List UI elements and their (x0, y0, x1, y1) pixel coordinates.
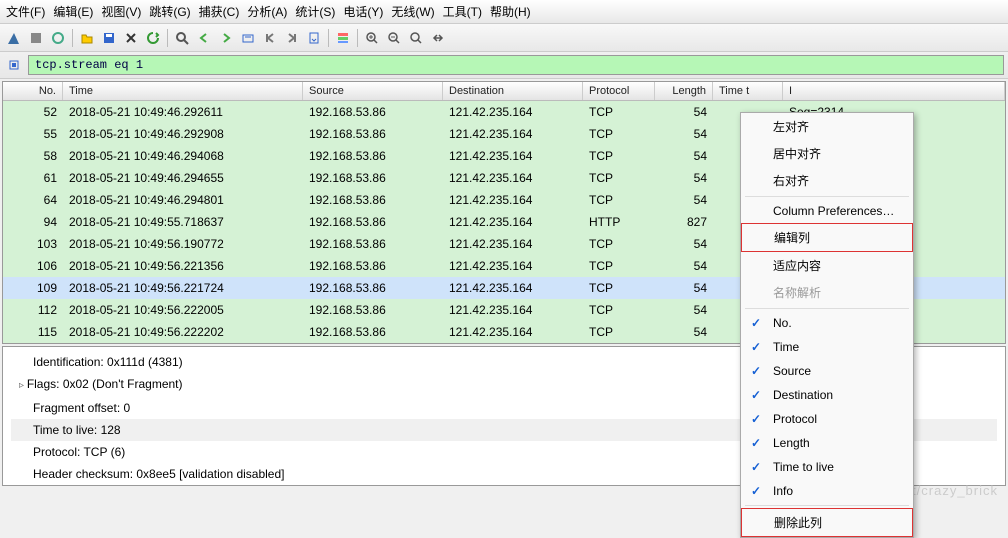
ctx-remove-column[interactable]: 删除此列 (741, 508, 913, 537)
stop-icon[interactable] (26, 28, 46, 48)
menu-file[interactable]: 文件(F) (6, 3, 45, 20)
menu-go[interactable]: 跳转(G) (149, 3, 190, 20)
next-icon[interactable] (216, 28, 236, 48)
ctx-col-destination[interactable]: Destination (741, 383, 913, 407)
autoscroll-icon[interactable] (304, 28, 324, 48)
zoom-reset-icon[interactable] (406, 28, 426, 48)
open-icon[interactable] (77, 28, 97, 48)
menu-bar: 文件(F) 编辑(E) 视图(V) 跳转(G) 捕获(C) 分析(A) 统计(S… (0, 0, 1008, 24)
ctx-col-protocol[interactable]: Protocol (741, 407, 913, 431)
ctx-col-ttl[interactable]: Time to live (741, 455, 913, 479)
colorize-icon[interactable] (333, 28, 353, 48)
ctx-separator (745, 308, 909, 309)
menu-view[interactable]: 视图(V) (101, 3, 141, 20)
ctx-col-source[interactable]: Source (741, 359, 913, 383)
ctx-align-left[interactable]: 左对齐 (741, 113, 913, 140)
ctx-align-right[interactable]: 右对齐 (741, 167, 913, 194)
ctx-col-time[interactable]: Time (741, 335, 913, 359)
col-header-source[interactable]: Source (303, 82, 443, 100)
col-header-protocol[interactable]: Protocol (583, 82, 655, 100)
ctx-name-resolution: 名称解析 (741, 279, 913, 306)
find-icon[interactable] (172, 28, 192, 48)
ctx-align-center[interactable]: 居中对齐 (741, 140, 913, 167)
col-header-ttl[interactable]: Time t (713, 82, 783, 100)
ctx-fit-content[interactable]: 适应内容 (741, 252, 913, 279)
ctx-edit-column[interactable]: 编辑列 (741, 223, 913, 252)
menu-telephony[interactable]: 电话(Y) (343, 3, 383, 20)
ctx-col-info[interactable]: Info (741, 479, 913, 503)
zoom-out-icon[interactable] (384, 28, 404, 48)
ctx-separator (745, 196, 909, 197)
save-icon[interactable] (99, 28, 119, 48)
menu-capture[interactable]: 捕获(C) (199, 3, 240, 20)
ctx-column-prefs[interactable]: Column Preferences… (741, 199, 913, 223)
prev-icon[interactable] (194, 28, 214, 48)
ctx-separator (745, 505, 909, 506)
menu-wireless[interactable]: 无线(W) (391, 3, 434, 20)
menu-stats[interactable]: 统计(S) (295, 3, 335, 20)
column-context-menu: 左对齐 居中对齐 右对齐 Column Preferences… 编辑列 适应内… (740, 112, 914, 538)
zoom-in-icon[interactable] (362, 28, 382, 48)
resize-cols-icon[interactable] (428, 28, 448, 48)
reload-icon[interactable] (143, 28, 163, 48)
menu-tools[interactable]: 工具(T) (443, 3, 482, 20)
last-icon[interactable] (282, 28, 302, 48)
restart-icon[interactable] (48, 28, 68, 48)
first-icon[interactable] (260, 28, 280, 48)
shark-fin-icon[interactable] (4, 28, 24, 48)
col-header-time[interactable]: Time (63, 82, 303, 100)
menu-edit[interactable]: 编辑(E) (53, 3, 93, 20)
ctx-col-length[interactable]: Length (741, 431, 913, 455)
bookmark-icon[interactable] (4, 55, 24, 75)
display-filter-input[interactable] (28, 55, 1004, 75)
col-header-no[interactable]: No. (3, 82, 63, 100)
filter-bar (0, 52, 1008, 79)
close-icon[interactable] (121, 28, 141, 48)
toolbar (0, 24, 1008, 52)
col-header-destination[interactable]: Destination (443, 82, 583, 100)
col-header-length[interactable]: Length (655, 82, 713, 100)
menu-analyze[interactable]: 分析(A) (247, 3, 287, 20)
goto-icon[interactable] (238, 28, 258, 48)
ctx-col-no[interactable]: No. (741, 311, 913, 335)
packet-list-header: No. Time Source Destination Protocol Len… (3, 82, 1005, 101)
col-header-info[interactable]: I (783, 82, 1005, 100)
menu-help[interactable]: 帮助(H) (490, 3, 531, 20)
